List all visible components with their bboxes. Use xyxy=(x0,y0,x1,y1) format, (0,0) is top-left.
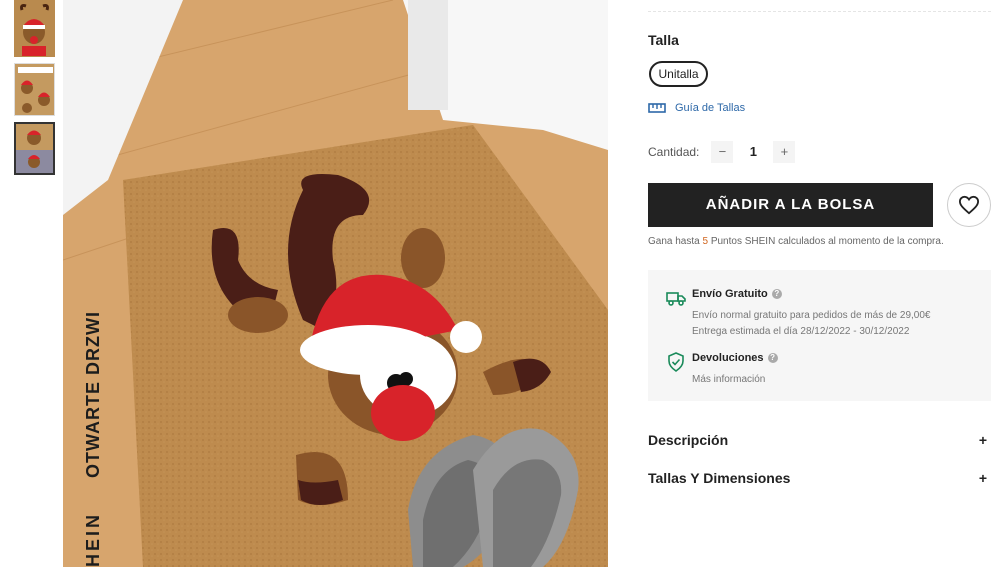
shield-check-icon xyxy=(668,352,684,372)
returns-label: Devoluciones xyxy=(692,352,764,364)
add-to-bag-button[interactable]: AÑADIR A LA BOLSA xyxy=(648,183,933,227)
points-prefix: Gana hasta xyxy=(648,236,703,247)
free-shipping-line1: Envío normal gratuito para pedidos de má… xyxy=(692,310,931,321)
quantity-stepper: Cantidad: − 1 + xyxy=(648,141,796,163)
thumbnail-2[interactable] xyxy=(14,63,55,116)
thumbnail-3[interactable] xyxy=(14,122,55,175)
accordion-title: Tallas Y Dimensiones xyxy=(648,470,791,486)
expand-icon: + xyxy=(978,432,987,448)
brand-watermark: OTWARTE DRZWI HEIN xyxy=(77,300,107,567)
points-info: Gana hasta 5 Puntos SHEIN calculados al … xyxy=(648,236,944,247)
accordion-title: Descripción xyxy=(648,432,729,448)
product-info-panel: Talla Unitalla Guía de Tallas Cantidad: … xyxy=(648,0,991,567)
product-page: OTWARTE DRZWI HEIN Talla Unitalla Guía d… xyxy=(0,0,1000,567)
points-suffix: Puntos SHEIN calculados al momento de la… xyxy=(708,236,944,247)
brand-watermark-text: OTWARTE DRZWI xyxy=(83,311,103,478)
thumbnail-list xyxy=(14,0,55,181)
accordion-description[interactable]: Descripción + xyxy=(648,432,991,448)
quantity-decrease-button[interactable]: − xyxy=(711,141,734,163)
help-icon[interactable]: ? xyxy=(767,353,778,363)
divider xyxy=(648,11,991,12)
expand-icon: + xyxy=(978,470,987,486)
free-shipping-line2: Entrega estimada el día 28/12/2022 - 30/… xyxy=(692,326,910,337)
ruler-icon xyxy=(648,103,666,113)
accordion-size-dimensions[interactable]: Tallas Y Dimensiones + xyxy=(648,470,991,486)
product-main-image xyxy=(63,0,608,567)
size-guide-link[interactable]: Guía de Tallas xyxy=(648,102,745,114)
free-shipping-details: Envío normal gratuito para pedidos de má… xyxy=(692,308,931,340)
quantity-label: Cantidad: xyxy=(648,145,700,159)
quantity-input[interactable]: 1 xyxy=(733,141,774,163)
free-shipping-row: Envío Gratuito ? Envío normal gratuito p… xyxy=(666,288,931,340)
size-option-unitalla[interactable]: Unitalla xyxy=(649,61,708,87)
size-guide-label: Guía de Tallas xyxy=(675,102,746,114)
heart-icon xyxy=(958,195,980,215)
shipping-info-box: Envío Gratuito ? Envío normal gratuito p… xyxy=(648,270,991,401)
free-shipping-title: Envío Gratuito ? xyxy=(692,288,931,300)
quantity-increase-button[interactable]: + xyxy=(773,141,796,163)
thumbnail-1[interactable] xyxy=(14,0,55,57)
returns-more-link[interactable]: Más información xyxy=(692,372,778,388)
truck-icon xyxy=(666,292,686,306)
returns-title: Devoluciones ? xyxy=(692,352,778,364)
free-shipping-label: Envío Gratuito xyxy=(692,288,768,300)
wishlist-button[interactable] xyxy=(947,183,991,227)
returns-row: Devoluciones ? Más información xyxy=(666,352,778,388)
help-icon[interactable]: ? xyxy=(771,289,782,299)
brand-watermark-hein: HEIN xyxy=(83,512,103,567)
size-label: Talla xyxy=(648,32,679,48)
